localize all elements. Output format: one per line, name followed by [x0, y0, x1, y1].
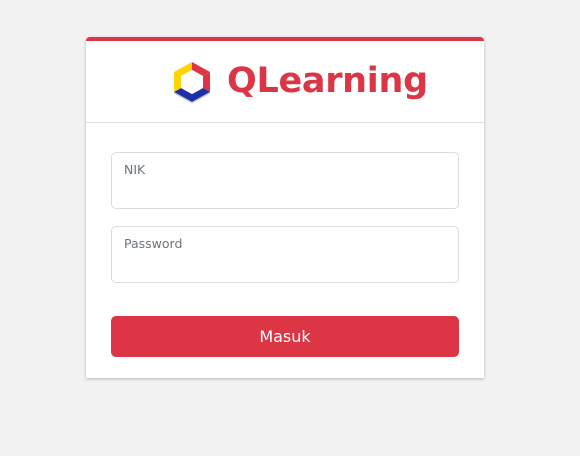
nik-field[interactable]: NIK	[111, 152, 459, 209]
hexagon-logo-icon	[171, 60, 213, 104]
password-field[interactable]: Password	[111, 226, 459, 283]
brand-title: QLearning	[227, 61, 428, 101]
card-header: QLearning	[86, 41, 484, 123]
login-card: QLearning NIK Password Masuk	[86, 37, 484, 378]
login-button[interactable]: Masuk	[111, 316, 459, 357]
password-label: Password	[124, 236, 183, 251]
nik-label: NIK	[124, 162, 146, 177]
nik-input[interactable]	[124, 181, 446, 201]
password-input[interactable]	[124, 255, 446, 275]
